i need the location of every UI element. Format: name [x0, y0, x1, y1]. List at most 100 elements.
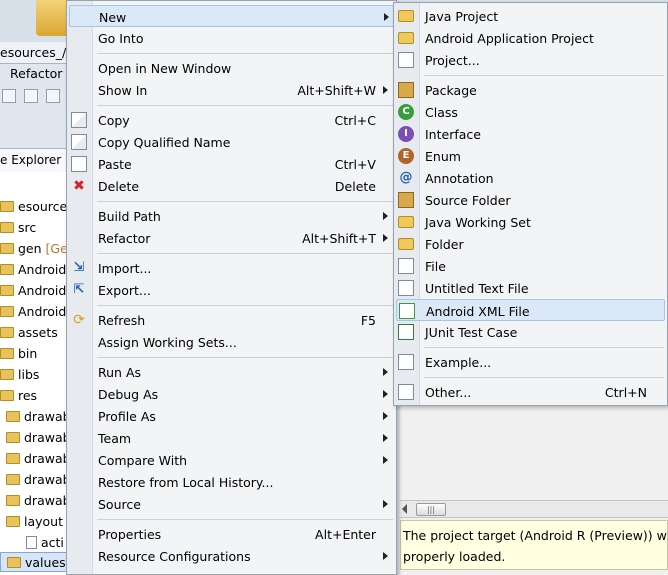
menu-item-go-into[interactable]: Go Into	[69, 27, 394, 49]
menu-item-profile-as[interactable]: Profile As	[69, 405, 394, 427]
project-tree: esources_ src gen [Gene Android 4. Andro…	[0, 172, 68, 575]
menu-item-class[interactable]: C Class	[396, 101, 665, 123]
submenu-arrow-icon	[383, 434, 388, 442]
menu-item-label: Run As	[98, 365, 142, 380]
tree-item[interactable]: Android 4.	[0, 259, 68, 279]
tree-item[interactable]: Android De	[0, 301, 68, 321]
package-explorer-tab[interactable]: e Explorer	[0, 148, 68, 172]
menu-separator	[424, 347, 664, 348]
tree-item[interactable]: drawab	[0, 469, 68, 489]
source-folder-icon	[398, 192, 414, 208]
menu-item-junit-test-case[interactable]: JUnit Test Case	[396, 321, 665, 343]
menu-item-untitled-text-file[interactable]: Untitled Text File	[396, 277, 665, 299]
collapse-icon[interactable]	[2, 89, 16, 103]
menu-item-label: Refactor	[98, 231, 151, 246]
menu-item-label: Source Folder	[425, 193, 511, 208]
menu-item-compare-with[interactable]: Compare With	[69, 449, 394, 471]
tree-item-label: drawab	[24, 492, 68, 508]
menu-item-debug-as[interactable]: Debug As	[69, 383, 394, 405]
menu-item-other[interactable]: Other... Ctrl+N	[396, 381, 665, 403]
folder-icon	[6, 515, 20, 527]
link-icon[interactable]	[24, 89, 38, 103]
tree-item[interactable]: drawab	[0, 490, 68, 510]
menu-item-package[interactable]: Package	[396, 79, 665, 101]
tree-item[interactable]: acti	[0, 532, 68, 552]
menu-item-restore-from-local-history[interactable]: Restore from Local History...	[69, 471, 394, 493]
tree-item[interactable]: layout	[0, 511, 68, 531]
menu-item-copy[interactable]: Copy Ctrl+C	[69, 109, 394, 131]
tree-item[interactable]: drawab	[0, 448, 68, 468]
scrollbar-thumb[interactable]: |||	[416, 503, 446, 516]
menu-item-run-as[interactable]: Run As	[69, 361, 394, 383]
menu-item-project[interactable]: Project...	[396, 49, 665, 71]
tree-item-selected[interactable]: values	[0, 552, 68, 572]
scroll-left-arrow-icon[interactable]	[402, 504, 407, 514]
menu-item-delete[interactable]: ✖ Delete Delete	[69, 175, 394, 197]
tree-item[interactable]: res	[0, 385, 68, 405]
menu-item-paste[interactable]: Paste Ctrl+V	[69, 153, 394, 175]
tree-item[interactable]: drawab	[0, 427, 68, 447]
menu-item-accelerator: F5	[360, 313, 376, 328]
menu-item-new[interactable]: New	[69, 5, 394, 27]
tree-item-label: bin	[18, 345, 38, 361]
android-xml-file-icon	[399, 303, 415, 319]
menu-item-open-in-new-window[interactable]: Open in New Window	[69, 57, 394, 79]
tree-item[interactable]: libs	[0, 364, 68, 384]
folder-icon	[0, 368, 14, 380]
menu-item-resource-configurations[interactable]: Resource Configurations	[69, 545, 394, 567]
copy-icon	[71, 112, 87, 128]
menu-item-java-working-set[interactable]: Java Working Set	[396, 211, 665, 233]
menu-item-label: Import...	[98, 261, 152, 276]
menu-item-label: File	[425, 259, 446, 274]
tree-item-label: assets	[18, 324, 58, 340]
menu-item-team[interactable]: Team	[69, 427, 394, 449]
warning-line: properly loaded.	[403, 549, 506, 564]
menu-item-annotation[interactable]: @ Annotation	[396, 167, 665, 189]
library-icon	[0, 284, 14, 296]
menu-item-show-in[interactable]: Show In Alt+Shift+W	[69, 79, 394, 101]
menu-item-source-folder[interactable]: Source Folder	[396, 189, 665, 211]
menu-item-properties[interactable]: Properties Alt+Enter	[69, 523, 394, 545]
menu-item-android-xml-file[interactable]: Android XML File	[396, 299, 665, 321]
menu-item-label: Resource Configurations	[98, 549, 251, 564]
menu-item-interface[interactable]: I Interface	[396, 123, 665, 145]
menu-item-example[interactable]: Example...	[396, 351, 665, 373]
tree-item-label: values	[25, 554, 66, 570]
tree-item[interactable]: drawab	[0, 406, 68, 426]
tree-item[interactable]: src	[0, 217, 68, 237]
enum-icon: E	[398, 148, 414, 164]
menu-item-file[interactable]: File	[396, 255, 665, 277]
menu-item-label: Annotation	[425, 171, 494, 186]
tree-item[interactable]: bin	[0, 343, 68, 363]
menu-item-android-application-project[interactable]: Android Application Project	[396, 27, 665, 49]
submenu-arrow-icon	[383, 368, 388, 376]
tree-item[interactable]: gen [Gene	[0, 238, 68, 258]
menu-item-folder[interactable]: Folder	[396, 233, 665, 255]
menu-item-refactor[interactable]: Refactor Alt+Shift+T	[69, 227, 394, 249]
download-icon[interactable]	[46, 89, 60, 103]
menu-item-enum[interactable]: E Enum	[396, 145, 665, 167]
menu-item-java-project[interactable]: Java Project	[396, 5, 665, 27]
tree-item[interactable]: esources_	[0, 196, 68, 216]
editor-tab[interactable]: esources_/	[0, 42, 68, 64]
menu-item-build-path[interactable]: Build Path	[69, 205, 394, 227]
horizontal-scrollbar[interactable]: |||	[400, 500, 668, 518]
library-icon	[0, 305, 14, 317]
menu-item-refresh[interactable]: ⟳ Refresh F5	[69, 309, 394, 331]
menu-item-label: Debug As	[98, 387, 159, 402]
menu-item-label: Copy	[98, 113, 130, 128]
tree-item[interactable]: Android Pr	[0, 280, 68, 300]
menu-refactor[interactable]: Refactor	[10, 66, 62, 81]
example-icon	[398, 354, 414, 370]
menu-item-label: Package	[425, 83, 477, 98]
menu-item-import[interactable]: ⇲ Import...	[69, 257, 394, 279]
tree-item[interactable]: assets	[0, 322, 68, 342]
menu-item-label: Delete	[98, 179, 140, 194]
menu-item-assign-working-sets[interactable]: Assign Working Sets...	[69, 331, 394, 353]
menu-item-export[interactable]: ⇱ Export...	[69, 279, 394, 301]
folder-icon	[36, 0, 70, 36]
menu-item-label: Open in New Window	[98, 61, 232, 76]
menu-item-copy-qualified-name[interactable]: Copy Qualified Name	[69, 131, 394, 153]
menu-item-source[interactable]: Source	[69, 493, 394, 515]
menu-separator	[97, 201, 393, 202]
